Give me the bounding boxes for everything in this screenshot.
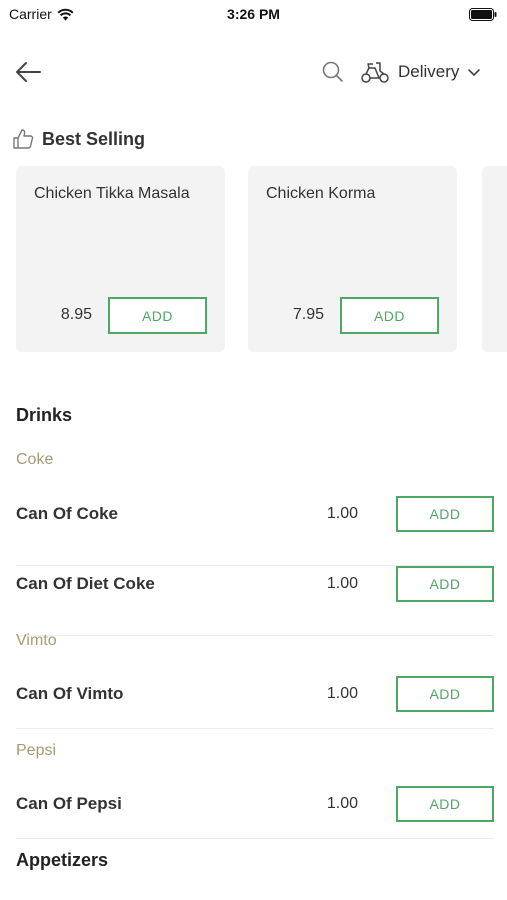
status-time: 3:26 PM	[227, 6, 280, 22]
item-price: 1.00	[326, 685, 358, 702]
search-icon	[322, 61, 343, 82]
status-bar: Carrier 3:26 PM	[0, 0, 507, 30]
item-price: 1.00	[326, 505, 358, 522]
best-selling-card[interactable]: Chicken Tikka Masala 8.95 ADD	[16, 166, 225, 352]
best-selling-header: Best Selling	[12, 128, 145, 150]
menu-item: Can Of Pepsi 1.00 ADD	[16, 786, 494, 839]
add-button[interactable]: ADD	[396, 786, 494, 822]
thumbs-up-icon	[13, 129, 34, 149]
section-title-drinks: Drinks	[16, 405, 73, 425]
item-price: 1.00	[326, 575, 358, 592]
card-item-price: 7.95	[292, 306, 324, 323]
search-button[interactable]	[320, 59, 346, 85]
delivery-mode-selector[interactable]: Delivery	[360, 58, 481, 86]
item-name: Can Of Vimto	[16, 684, 124, 703]
add-button[interactable]: ADD	[396, 496, 494, 532]
best-selling-card-peek[interactable]	[482, 166, 507, 352]
nav-bar: Delivery	[0, 50, 507, 94]
menu-item: Can Of Vimto 1.00 ADD	[16, 676, 494, 729]
delivery-label: Delivery	[398, 62, 460, 81]
menu-item: Can Of Diet Coke 1.00 ADD	[16, 566, 494, 636]
subcategory-vimto: Vimto	[16, 632, 57, 649]
back-button[interactable]	[12, 58, 44, 86]
scooter-icon	[361, 62, 389, 83]
item-price: 1.00	[326, 795, 358, 812]
item-name: Can Of Diet Coke	[16, 574, 155, 593]
add-button[interactable]: ADD	[340, 297, 439, 334]
add-button[interactable]: ADD	[108, 297, 207, 334]
card-item-price: 8.95	[60, 306, 92, 323]
add-button[interactable]: ADD	[396, 566, 494, 602]
subcategory-pepsi: Pepsi	[16, 742, 57, 759]
section-title-appetizers: Appetizers	[16, 850, 109, 870]
battery-icon	[469, 8, 497, 21]
card-item-name: Chicken Tikka Masala	[34, 185, 190, 202]
add-button[interactable]: ADD	[396, 676, 494, 712]
item-name: Can Of Pepsi	[16, 794, 122, 813]
subcategory-coke: Coke	[16, 451, 54, 468]
chevron-down-icon	[468, 69, 481, 76]
item-name: Can Of Coke	[16, 504, 119, 523]
back-arrow-icon	[16, 62, 41, 82]
best-selling-title: Best Selling	[42, 128, 146, 149]
menu-item: Can Of Coke 1.00 ADD	[16, 496, 494, 566]
card-item-name: Chicken Korma	[266, 185, 376, 202]
best-selling-card[interactable]: Chicken Korma 7.95 ADD	[248, 166, 457, 352]
best-selling-carousel[interactable]: Chicken Tikka Masala 8.95 ADD Chicken Ko…	[16, 166, 507, 356]
